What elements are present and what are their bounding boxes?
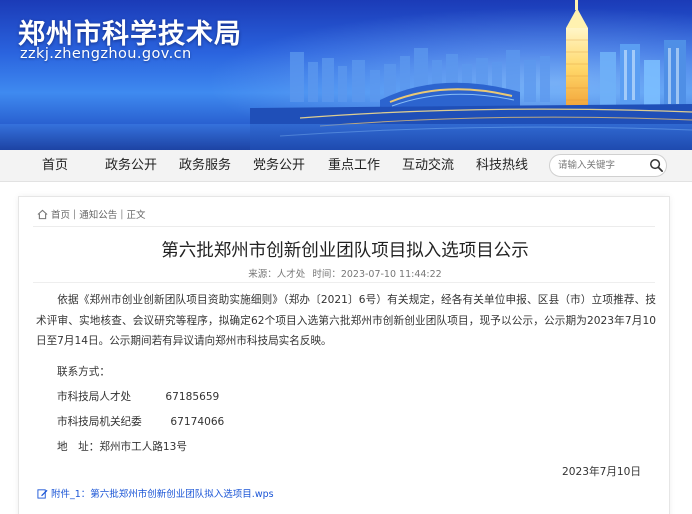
nav-item-interaction[interactable]: 互动交流 (402, 150, 454, 182)
home-icon (37, 209, 48, 219)
breadcrumb-divider (33, 226, 655, 227)
breadcrumb-separator: | (120, 208, 124, 220)
article-title: 第六批郑州市创新创业团队项目拟入选项目公示 (161, 241, 529, 261)
site-banner: 郑州市科学技术局 zzkj.zhengzhou.gov.cn (0, 0, 692, 150)
breadcrumb-current: 正文 (126, 210, 146, 221)
article-meta: 来源：人才处 时间：2023-07-10 11:44:22 (19, 266, 671, 280)
breadcrumb-home[interactable]: 首页 (51, 207, 70, 221)
nav-item-tech-hotline[interactable]: 科技热线 (476, 150, 528, 182)
search-icon[interactable] (649, 158, 664, 173)
article-paragraph: 依据《郑州市创业创新团队项目资助实施细则》（郑办〔2021〕6号）有关规定，经各… (36, 294, 656, 347)
nav-item-home[interactable]: 首页 (42, 150, 68, 182)
contact-label: 市科技局人才处 (57, 391, 132, 403)
breadcrumb-section[interactable]: 通知公告 (79, 207, 117, 221)
breadcrumb-separator: | (73, 208, 77, 220)
edit-icon (37, 488, 48, 499)
article-date: 2023年7月10日 (562, 466, 641, 478)
main-nav: 首页 政务公开 政务服务 党务公开 重点工作 互动交流 科技热线 (0, 150, 692, 182)
article-source: 来源：人才处 (248, 269, 306, 280)
nav-item-government-services[interactable]: 政务服务 (179, 150, 231, 182)
attachment-label[interactable]: 附件_1：第六批郑州市创新创业团队拟入选项目.wps (51, 486, 274, 500)
contact-address: 地 址：郑州市工人路13号 (57, 441, 188, 453)
contact-row: 市科技局人才处 67185659 (57, 389, 219, 404)
breadcrumb: 首页 | 通知公告 | 正文 (37, 207, 145, 221)
attachment-link[interactable]: 附件_1：第六批郑州市创新创业团队拟入选项目.wps (37, 486, 274, 500)
nav-item-party-affairs[interactable]: 党务公开 (253, 150, 305, 182)
contact-row: 市科技局机关纪委 67174066 (57, 414, 224, 429)
site-domain: zzkj.zhengzhou.gov.cn (20, 46, 192, 62)
nav-item-government-affairs[interactable]: 政务公开 (105, 150, 157, 182)
title-divider (33, 282, 655, 283)
search-input[interactable] (558, 157, 646, 174)
search-box (549, 154, 667, 177)
nav-item-key-work[interactable]: 重点工作 (328, 150, 380, 182)
article-time: 时间：2023-07-10 11:44:22 (312, 269, 442, 280)
contact-phone: 67174066 (170, 416, 225, 428)
article-card: 首页 | 通知公告 | 正文 第六批郑州市创新创业团队项目拟入选项目公示 来源：… (18, 196, 670, 514)
contact-label: 市科技局机关纪委 (57, 416, 142, 428)
contact-heading: 联系方式： (57, 366, 110, 378)
contact-phone: 67185659 (165, 391, 220, 403)
